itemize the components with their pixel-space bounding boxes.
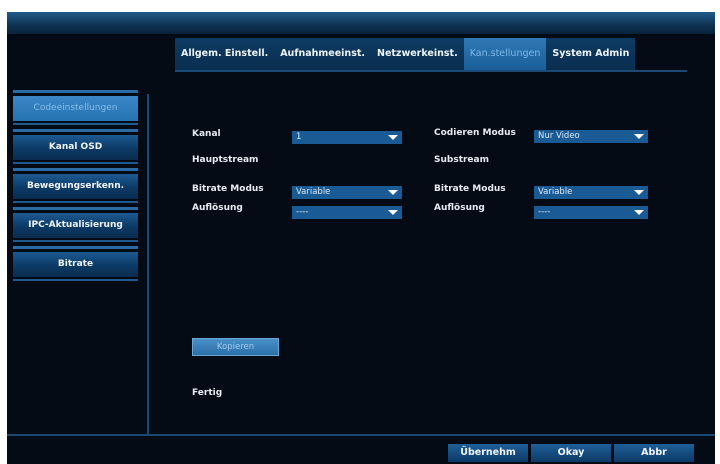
sub-aufloesung-select[interactable]: ---- [534, 206, 648, 219]
chevron-down-icon [388, 190, 398, 195]
main-aufloesung-select[interactable]: ---- [292, 206, 402, 219]
sidebar-item-bitrate[interactable]: Bitrate [7, 246, 138, 285]
ok-button[interactable]: Okay [531, 444, 611, 462]
sidebar-item-ipc-update[interactable]: IPC-Aktualisierung [7, 207, 138, 246]
tab-network-settings[interactable]: Netzwerkeinst. [371, 38, 464, 70]
sidebar-item-channel-osd[interactable]: Kanal OSD [7, 129, 138, 168]
apply-button[interactable]: Übernehm [448, 444, 528, 462]
main-bitrate-modus-label: Bitrate Modus [192, 184, 264, 194]
sidebar-item-label: Bitrate [13, 252, 138, 277]
sidebar-item-motion-detection[interactable]: Bewegungserkenn. [7, 168, 138, 207]
sidebar-item-label: Kanal OSD [13, 135, 138, 160]
main-aufloesung-label: Auflösung [192, 203, 243, 213]
chevron-down-icon [634, 134, 644, 139]
codieren-modus-label: Codieren Modus [434, 128, 516, 138]
sub-bitrate-modus-value: Variable [538, 187, 573, 197]
copy-button[interactable]: Kopieren [192, 338, 279, 356]
footer-buttons: Übernehm Okay Abbr [448, 444, 694, 462]
chevron-down-icon [634, 190, 644, 195]
kanal-select[interactable]: 1 [292, 131, 402, 144]
sidebar-item-code-settings[interactable]: Codeeinstellungen [7, 90, 138, 129]
sidebar: Codeeinstellungen Kanal OSD Bewegungserk… [7, 90, 138, 285]
channel-settings-panel: Kanal 1 Codieren Modus Nur Video Hauptst… [149, 72, 715, 434]
tab-general-settings[interactable]: Allgem. Einstell. [175, 38, 275, 70]
sub-aufloesung-value: ---- [538, 207, 551, 217]
sub-bitrate-modus-select[interactable]: Variable [534, 186, 648, 199]
footer-divider [7, 434, 715, 436]
tab-system-admin[interactable]: System Admin [546, 38, 636, 70]
codieren-modus-value: Nur Video [538, 131, 580, 141]
sub-aufloesung-label: Auflösung [434, 203, 485, 213]
tab-bar: Allgem. Einstell. Aufnahmeeinst. Netzwer… [175, 38, 636, 70]
status-text: Fertig [192, 388, 223, 398]
codieren-modus-select[interactable]: Nur Video [534, 130, 648, 143]
chevron-down-icon [388, 135, 398, 140]
main-bitrate-modus-value: Variable [296, 187, 331, 197]
title-bar [7, 12, 715, 34]
main-aufloesung-value: ---- [296, 207, 309, 217]
tab-recording-settings[interactable]: Aufnahmeeinst. [274, 38, 371, 70]
kanal-label: Kanal [192, 129, 221, 139]
chevron-down-icon [634, 210, 644, 215]
hauptstream-heading: Hauptstream [192, 155, 259, 165]
sidebar-item-label: Bewegungserkenn. [13, 174, 138, 199]
substream-heading: Substream [434, 155, 489, 165]
cancel-button[interactable]: Abbr [614, 444, 694, 462]
tab-channel-settings[interactable]: Kan.stellungen [463, 38, 547, 70]
sub-bitrate-modus-label: Bitrate Modus [434, 184, 506, 194]
dvr-settings-window: Allgem. Einstell. Aufnahmeeinst. Netzwer… [7, 12, 715, 464]
main-bitrate-modus-select[interactable]: Variable [292, 186, 402, 199]
sidebar-item-label: IPC-Aktualisierung [13, 213, 138, 238]
kanal-select-value: 1 [296, 132, 302, 142]
chevron-down-icon [388, 210, 398, 215]
sidebar-item-label: Codeeinstellungen [13, 96, 138, 121]
